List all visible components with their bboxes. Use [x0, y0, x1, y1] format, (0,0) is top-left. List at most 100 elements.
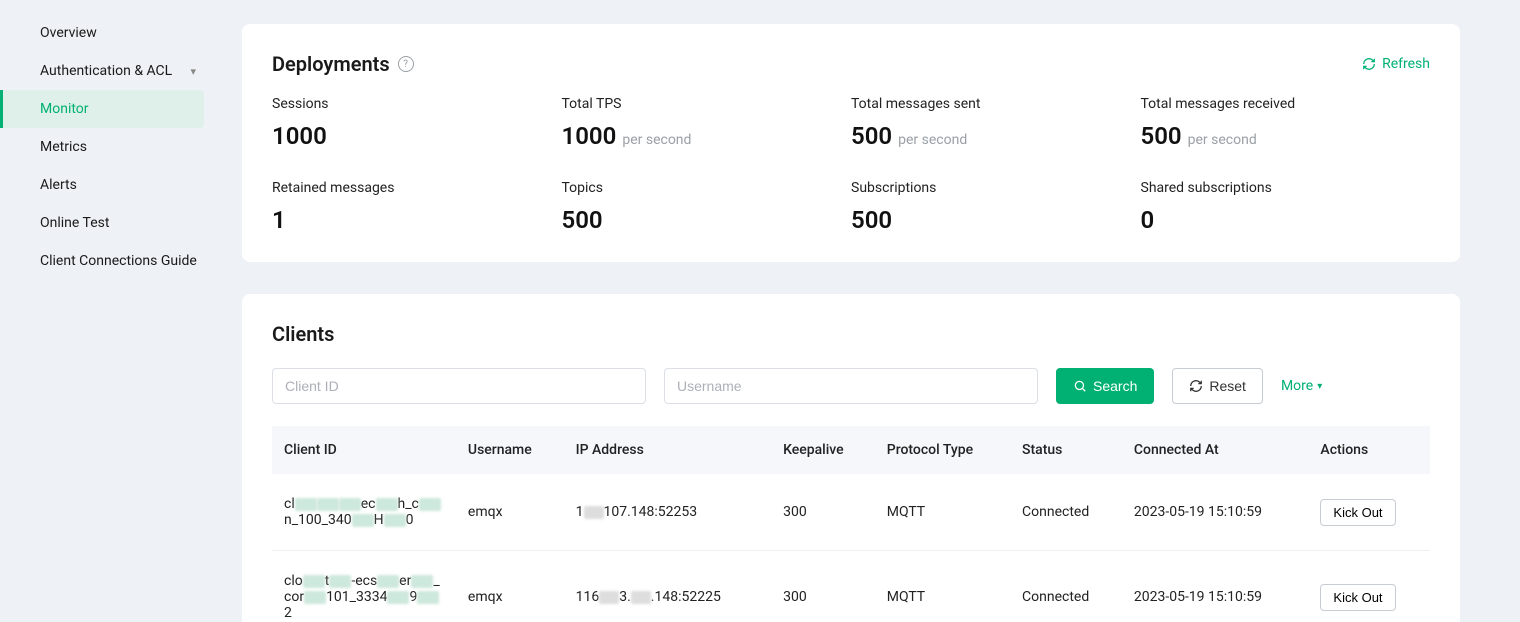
- sidebar-item-label: Overview: [40, 25, 97, 41]
- username-input[interactable]: [664, 368, 1038, 404]
- status-cell: Connected: [1010, 474, 1122, 551]
- client-id-input[interactable]: [272, 368, 646, 404]
- redacted-chunk: [295, 498, 317, 511]
- sidebar-item-alerts[interactable]: Alerts: [0, 166, 218, 204]
- sidebar-item-label: Authentication & ACL: [40, 63, 172, 79]
- redacted-chunk: [411, 575, 433, 588]
- actions-cell: Kick Out: [1308, 551, 1430, 622]
- redacted-chunk: [317, 498, 339, 511]
- username-cell: emqx: [456, 551, 564, 622]
- sidebar-item-authentication-acl[interactable]: Authentication & ACL ▾: [0, 52, 218, 90]
- ip-address-cell: 1107.148:52253: [564, 474, 771, 551]
- redacted-chunk: [599, 591, 619, 604]
- col-username: Username: [456, 426, 564, 474]
- sidebar-item-label: Monitor: [40, 101, 89, 117]
- clients-title: Clients: [272, 322, 1430, 346]
- redacted-chunk: [377, 575, 399, 588]
- stat-label: Subscriptions: [851, 180, 1141, 196]
- sidebar-item-metrics[interactable]: Metrics: [0, 128, 218, 166]
- keepalive-cell: 300: [771, 551, 875, 622]
- redacted-chunk: [384, 514, 406, 527]
- sidebar-item-online-test[interactable]: Online Test: [0, 204, 218, 242]
- col-client-id: Client ID: [272, 426, 456, 474]
- connected-at-cell: 2023-05-19 15:10:59: [1122, 474, 1309, 551]
- redacted-chunk: [303, 575, 325, 588]
- redacted-chunk: [584, 506, 604, 519]
- stat-sessions: Sessions 1000: [272, 96, 562, 150]
- col-actions: Actions: [1308, 426, 1430, 474]
- sidebar-item-overview[interactable]: Overview: [0, 14, 218, 52]
- sidebar-item-label: Online Test: [40, 215, 109, 231]
- sidebar: Overview Authentication & ACL ▾ Monitor …: [0, 0, 218, 622]
- status-cell: Connected: [1010, 551, 1122, 622]
- search-button[interactable]: Search: [1056, 368, 1154, 404]
- kick-out-button[interactable]: Kick Out: [1320, 584, 1395, 611]
- redacted-chunk: [352, 514, 374, 527]
- connected-at-cell: 2023-05-19 15:10:59: [1122, 551, 1309, 622]
- stat-value: 1000: [272, 122, 562, 150]
- stat-label: Total messages sent: [851, 96, 1141, 112]
- reset-button[interactable]: Reset: [1172, 368, 1263, 404]
- main-content: Deployments ? Refresh Sessions 1000 Tota…: [218, 0, 1520, 622]
- redacted-chunk: [419, 498, 441, 511]
- deployments-card: Deployments ? Refresh Sessions 1000 Tota…: [242, 24, 1460, 262]
- deployments-title: Deployments ?: [272, 52, 414, 76]
- stat-total-messages-sent: Total messages sent 500per second: [851, 96, 1141, 150]
- redacted-chunk: [339, 498, 361, 511]
- refresh-label: Refresh: [1382, 56, 1430, 72]
- stat-value: 500: [562, 206, 852, 234]
- redacted-chunk: [417, 591, 439, 604]
- actions-cell: Kick Out: [1308, 474, 1430, 551]
- sidebar-item-label: Metrics: [40, 139, 87, 155]
- refresh-button[interactable]: Refresh: [1362, 56, 1430, 72]
- stat-shared-subscriptions: Shared subscriptions 0: [1141, 180, 1431, 234]
- search-icon: [1073, 379, 1087, 393]
- clients-card: Clients Search Reset More ▾: [242, 294, 1460, 622]
- client-id-cell[interactable]: clech_cn_100_340H0: [272, 474, 456, 551]
- more-link-label: More: [1281, 378, 1313, 394]
- stat-label: Retained messages: [272, 180, 562, 196]
- stat-value: 500: [851, 206, 1141, 234]
- col-connected-at: Connected At: [1122, 426, 1309, 474]
- table-row: clot-ecser_cor101_333492emqx1163..148:52…: [272, 551, 1430, 622]
- stat-label: Sessions: [272, 96, 562, 112]
- table-row: clech_cn_100_340H0emqx1107.148:52253300M…: [272, 474, 1430, 551]
- refresh-icon: [1362, 57, 1376, 71]
- col-protocol-type: Protocol Type: [875, 426, 1010, 474]
- chevron-down-icon: ▾: [190, 65, 196, 78]
- protocol-cell: MQTT: [875, 551, 1010, 622]
- clients-search-row: Search Reset More ▾: [272, 368, 1430, 404]
- stat-retained-messages: Retained messages 1: [272, 180, 562, 234]
- kick-out-button[interactable]: Kick Out: [1320, 499, 1395, 526]
- deployments-title-text: Deployments: [272, 52, 390, 76]
- stat-value: 1000per second: [562, 122, 852, 150]
- stats-grid: Sessions 1000 Total TPS 1000per second T…: [272, 96, 1430, 234]
- keepalive-cell: 300: [771, 474, 875, 551]
- chevron-down-icon: ▾: [1317, 381, 1322, 392]
- sidebar-item-client-connections-guide[interactable]: Client Connections Guide: [0, 242, 218, 280]
- stat-label: Shared subscriptions: [1141, 180, 1431, 196]
- redacted-chunk: [631, 591, 651, 604]
- stat-label: Topics: [562, 180, 852, 196]
- help-icon[interactable]: ?: [398, 56, 414, 72]
- redacted-chunk: [329, 575, 351, 588]
- sidebar-item-label: Client Connections Guide: [40, 253, 197, 269]
- clients-table: Client ID Username IP Address Keepalive …: [272, 426, 1430, 622]
- stat-label: Total TPS: [562, 96, 852, 112]
- col-keepalive: Keepalive: [771, 426, 875, 474]
- more-link[interactable]: More ▾: [1281, 378, 1322, 394]
- stat-value: 1: [272, 206, 562, 234]
- stat-topics: Topics 500: [562, 180, 852, 234]
- reset-icon: [1189, 379, 1203, 393]
- col-ip-address: IP Address: [564, 426, 771, 474]
- col-status: Status: [1010, 426, 1122, 474]
- client-id-cell[interactable]: clot-ecser_cor101_333492: [272, 551, 456, 622]
- stat-value: 500per second: [851, 122, 1141, 150]
- protocol-cell: MQTT: [875, 474, 1010, 551]
- reset-button-label: Reset: [1209, 378, 1246, 394]
- search-button-label: Search: [1093, 378, 1137, 394]
- stat-label: Total messages received: [1141, 96, 1431, 112]
- stat-value: 500per second: [1141, 122, 1431, 150]
- redacted-chunk: [387, 591, 409, 604]
- sidebar-item-monitor[interactable]: Monitor: [0, 90, 204, 128]
